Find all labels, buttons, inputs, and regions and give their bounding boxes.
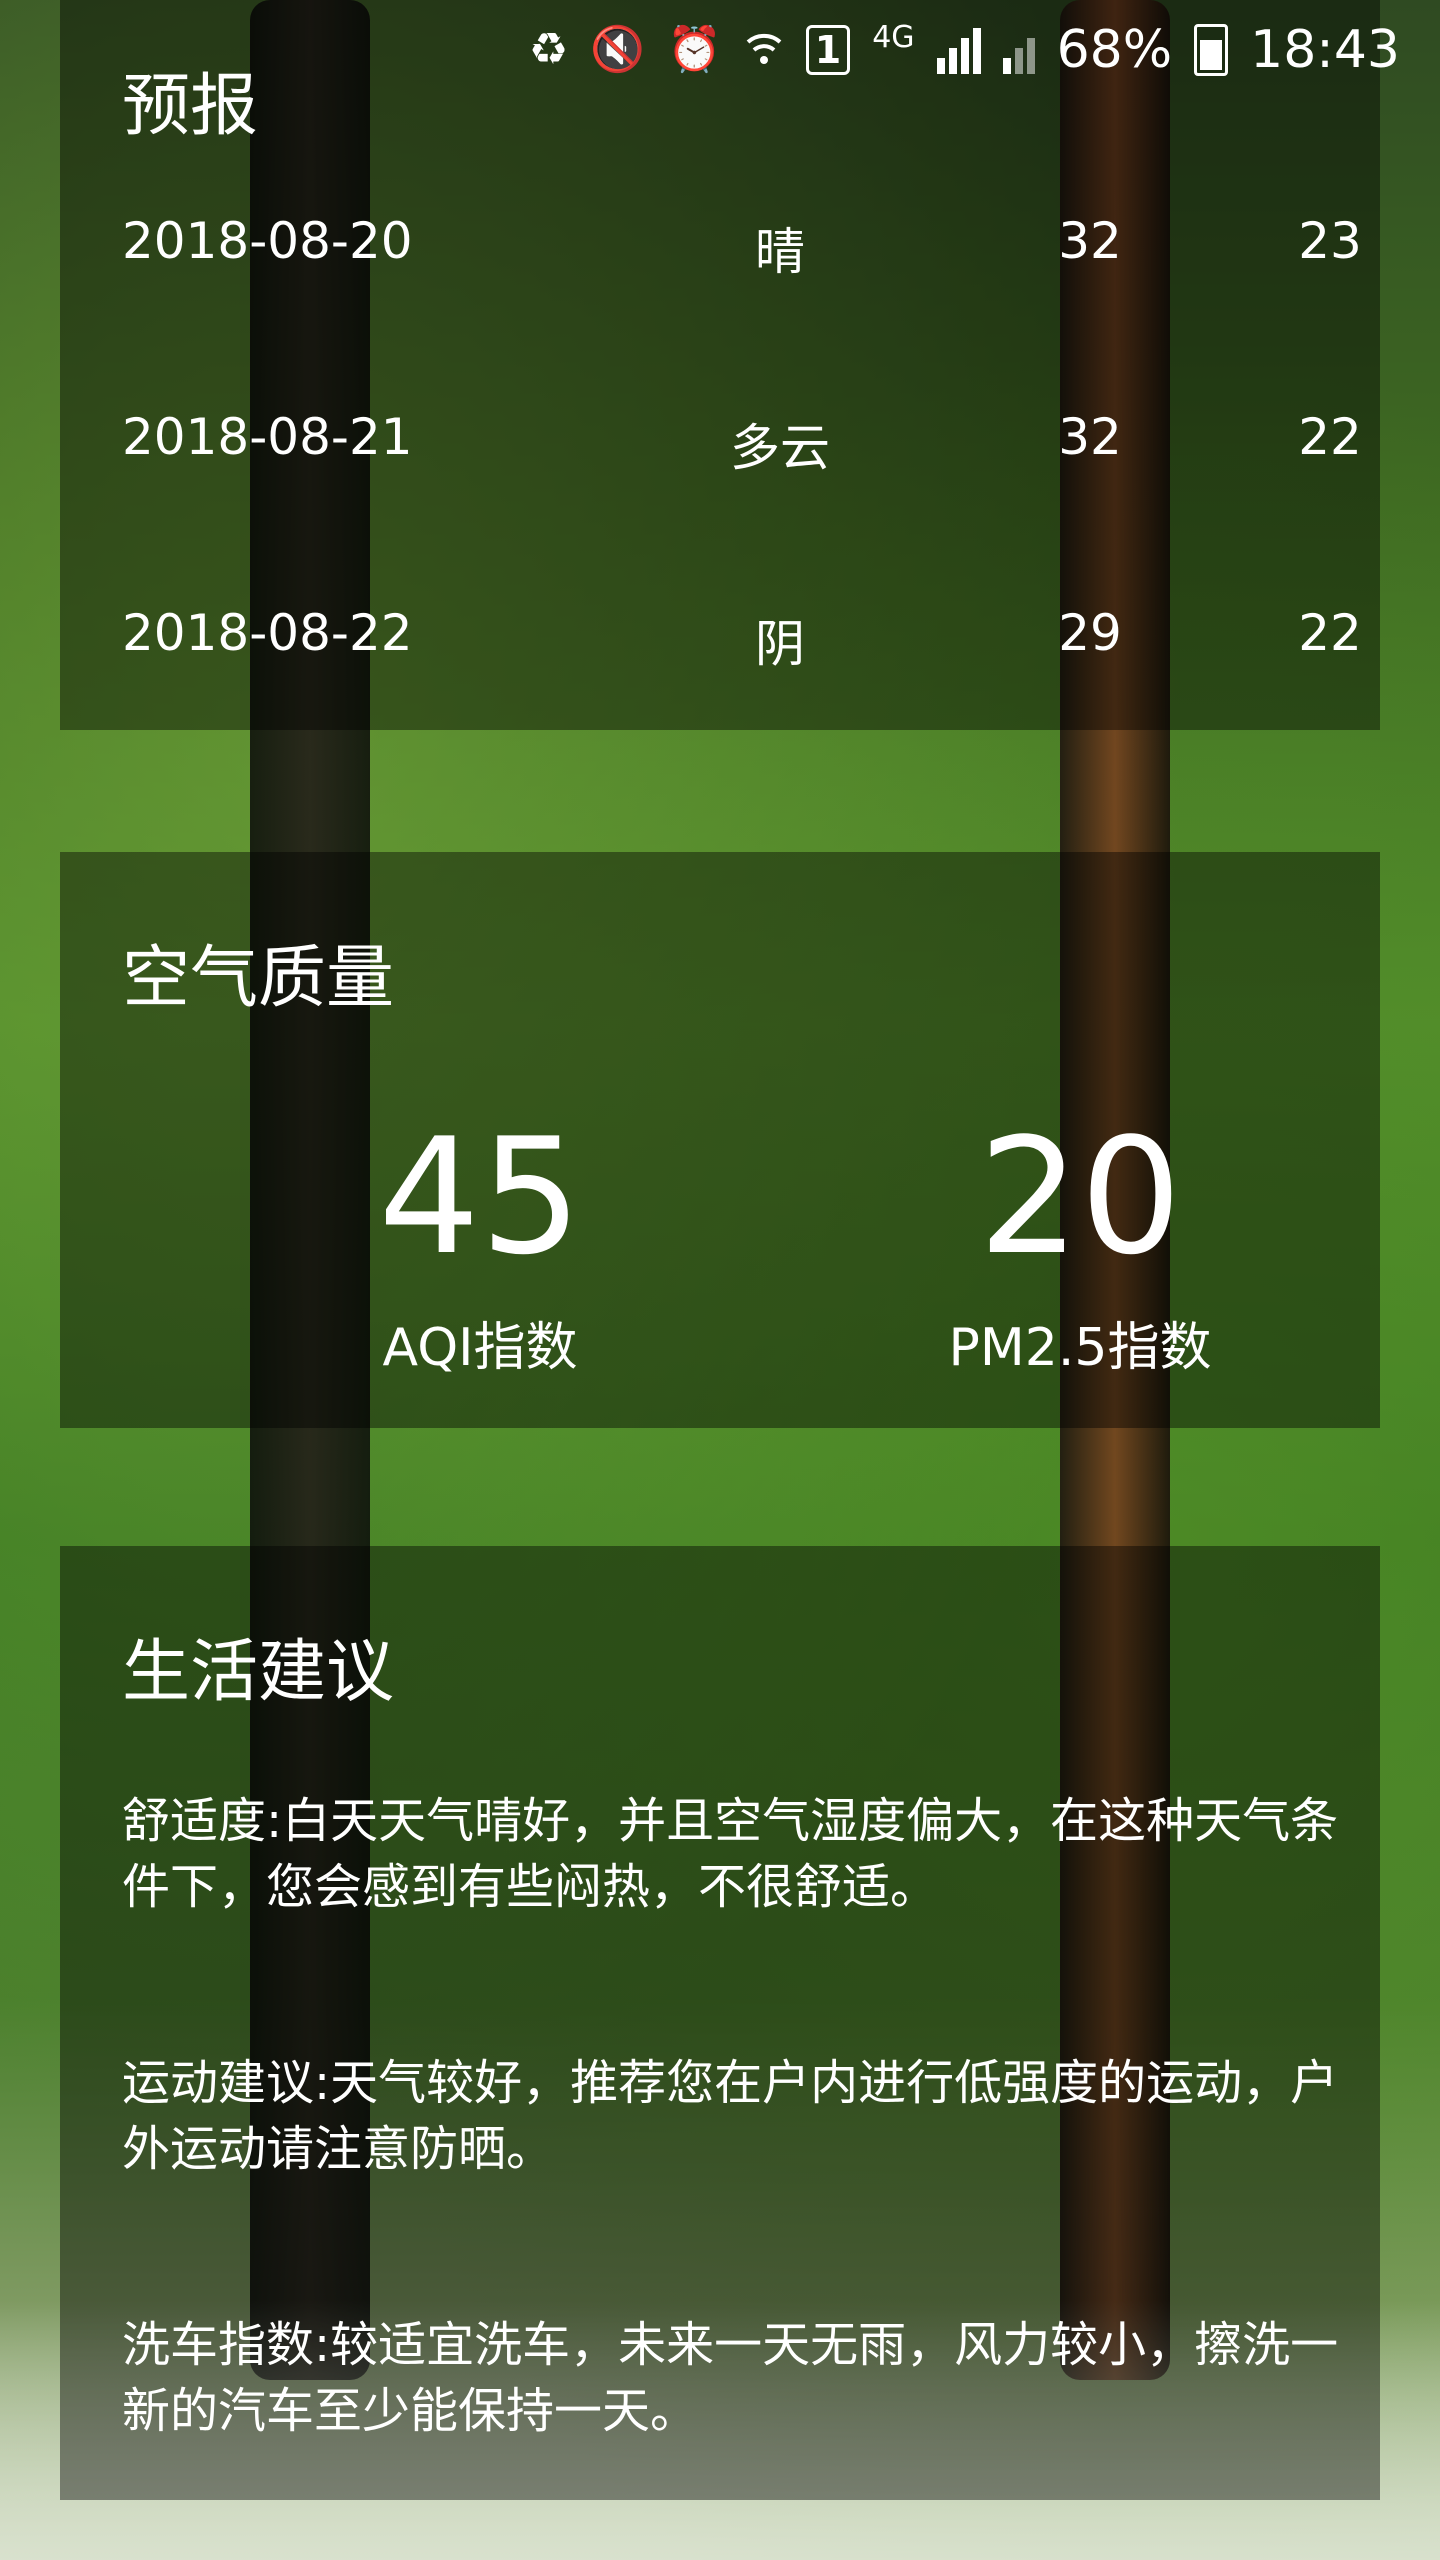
sport-suggestion: 运动建议:天气较好，推荐您在户内进行低强度的运动，户外运动请注意防晒。	[122, 2055, 1339, 2177]
forecast-low-temp: 22	[1298, 604, 1362, 662]
sim-slot-badge: 1	[805, 25, 851, 75]
signal-strength-icon	[1002, 26, 1035, 74]
suggestion-card: 生活建议 舒适度:白天天气晴好，并且空气湿度偏大，在这种天气条件下，您会感到有些…	[60, 1546, 1380, 2500]
battery-icon	[1194, 24, 1229, 76]
pm25-label: PM2.5指数	[948, 1318, 1212, 1378]
status-bar: ♻ 🔇 ⏰ 1 4G 68% 18:43	[529, 0, 1400, 100]
aqi-value: 45	[378, 1103, 582, 1290]
signal-strength-icon	[936, 26, 981, 74]
comfort-suggestion: 舒适度:白天天气晴好，并且空气湿度偏大，在这种天气条件下，您会感到有些闷热，不很…	[122, 1793, 1339, 1915]
battery-saver-icon: ♻	[528, 24, 569, 75]
mute-icon: 🔇	[590, 24, 645, 75]
forecast-row: 2018-08-20 晴 32 23	[60, 212, 1380, 312]
forecast-card: 预报 2018-08-20 晴 32 23 2018-08-21 多云 32 2…	[60, 0, 1380, 730]
forecast-high-temp: 32	[1058, 212, 1122, 270]
forecast-high-temp: 29	[1058, 604, 1122, 662]
forecast-title: 预报	[122, 67, 259, 146]
forecast-row: 2018-08-22 阴 29 22	[60, 604, 1380, 704]
air-quality-card: 空气质量 45 AQI指数 20 PM2.5指数	[60, 852, 1380, 1428]
aqi-label: AQI指数	[382, 1318, 578, 1378]
car-wash-suggestion: 洗车指数:较适宜洗车，未来一天无雨，风力较小，擦洗一新的汽车至少能保持一天。	[122, 2317, 1339, 2439]
forecast-row: 2018-08-21 多云 32 22	[60, 408, 1380, 508]
forecast-high-temp: 32	[1058, 408, 1122, 466]
clock: 18:43	[1250, 20, 1400, 80]
forecast-low-temp: 22	[1298, 408, 1362, 466]
forecast-condition: 阴	[755, 615, 805, 673]
forecast-condition: 多云	[730, 419, 830, 477]
battery-percentage: 68%	[1056, 20, 1173, 80]
network-type: 4G	[872, 20, 915, 55]
suggestion-title: 生活建议	[122, 1633, 395, 1712]
forecast-date: 2018-08-21	[122, 408, 413, 466]
alarm-icon: ⏰	[666, 24, 722, 75]
air-quality-title: 空气质量	[122, 939, 395, 1018]
forecast-date: 2018-08-20	[122, 212, 413, 270]
wifi-icon	[744, 24, 784, 76]
forecast-condition: 晴	[755, 223, 805, 281]
aqi-block: 45 AQI指数	[230, 1117, 730, 1380]
forecast-low-temp: 23	[1298, 212, 1362, 270]
forecast-date: 2018-08-22	[122, 604, 413, 662]
pm25-block: 20 PM2.5指数	[830, 1117, 1330, 1380]
pm25-value: 20	[978, 1103, 1182, 1290]
